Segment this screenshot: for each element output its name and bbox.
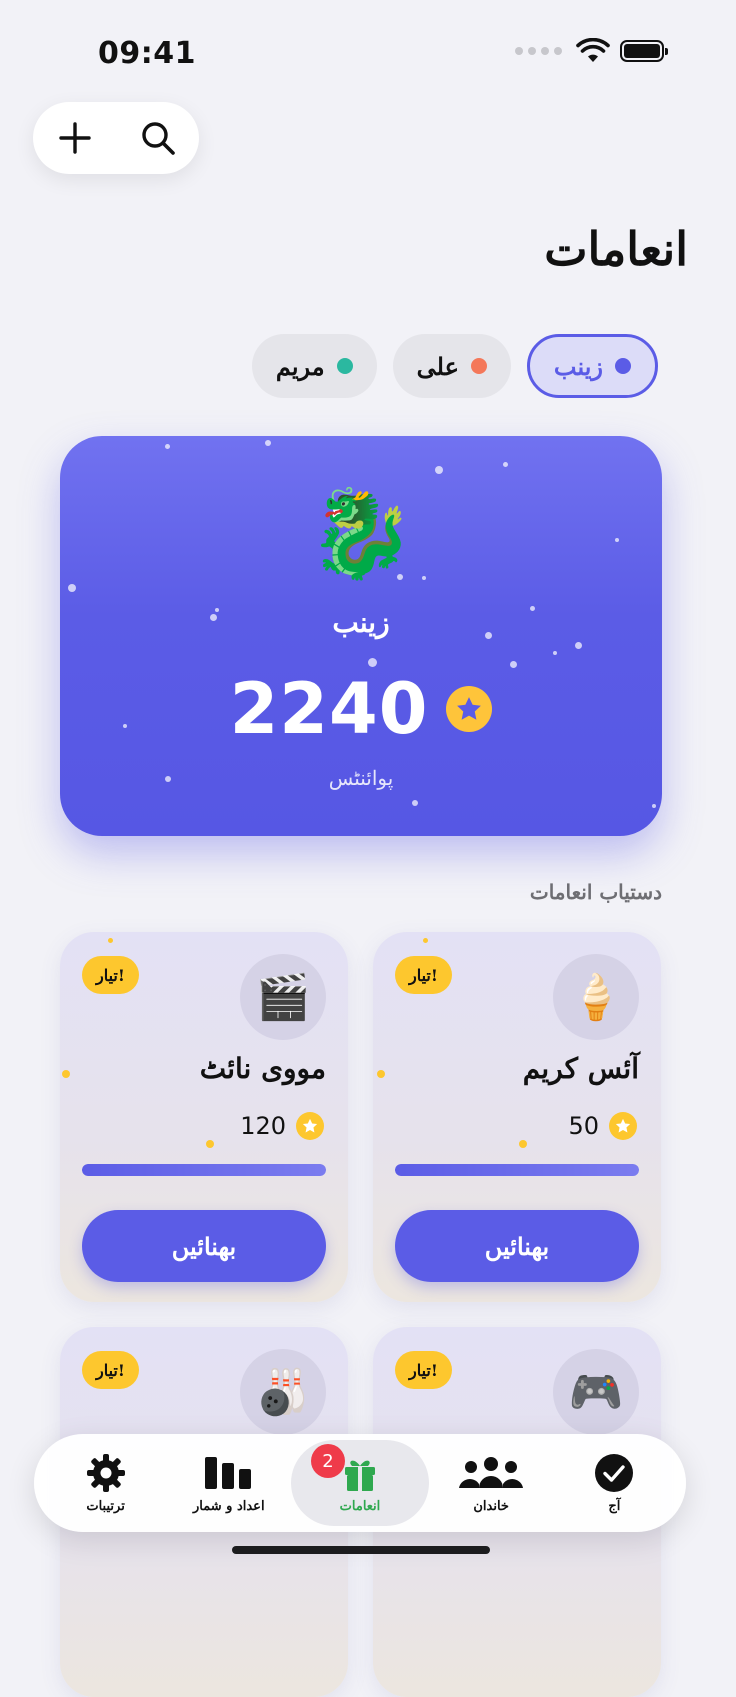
reward-cost: 50 bbox=[568, 1112, 599, 1140]
home-indicator bbox=[232, 1546, 490, 1554]
tab-label: خاندان bbox=[473, 1498, 509, 1514]
tab-settings[interactable]: ترتیبات bbox=[45, 1440, 167, 1526]
game-controller-icon: 🎮 bbox=[553, 1349, 639, 1435]
tab-label: آج bbox=[608, 1498, 621, 1514]
kid-chip-ali[interactable]: علی bbox=[392, 334, 511, 398]
top-actions-pill bbox=[33, 102, 199, 174]
search-icon bbox=[141, 122, 175, 155]
redeem-button[interactable]: بھنائیں bbox=[82, 1210, 326, 1282]
gear-icon bbox=[86, 1453, 125, 1492]
plus-icon bbox=[58, 122, 91, 154]
progress-bar bbox=[395, 1164, 639, 1176]
notification-badge: 2 bbox=[310, 1444, 345, 1478]
tab-rewards[interactable]: انعامات 2 bbox=[290, 1440, 429, 1526]
redeem-button[interactable]: بھنائیں bbox=[395, 1210, 639, 1282]
avatar-emoji: 🐉 bbox=[307, 484, 415, 584]
ready-badge: تیار! bbox=[395, 1351, 452, 1389]
points-value: 2240 bbox=[229, 668, 429, 750]
search-button[interactable] bbox=[134, 114, 182, 162]
points-hero-card: 🐉 زینب 2240 پوائنٹس bbox=[60, 436, 662, 836]
hero-points-row: 2240 bbox=[60, 668, 662, 750]
section-title: دستیاب انعامات bbox=[529, 880, 662, 904]
kid-color-dot bbox=[336, 358, 353, 374]
tab-stats[interactable]: اعداد و شمار bbox=[168, 1440, 290, 1526]
ready-badge: تیار! bbox=[82, 956, 139, 994]
kid-color-dot bbox=[615, 358, 631, 374]
checkmark-circle-icon bbox=[595, 1453, 634, 1492]
reward-name: مووی نائٹ bbox=[199, 1052, 326, 1085]
gift-icon bbox=[344, 1460, 375, 1491]
ice-cream-icon: 🍦 bbox=[553, 954, 639, 1040]
tab-label: ترتیبات bbox=[86, 1498, 125, 1514]
kid-chip-maryam[interactable]: مریم bbox=[251, 334, 377, 398]
signal-icon bbox=[515, 47, 562, 55]
star-icon bbox=[446, 686, 493, 732]
add-button[interactable] bbox=[51, 114, 99, 162]
bar-chart-icon bbox=[204, 1456, 251, 1489]
family-icon bbox=[459, 1456, 524, 1488]
tab-today[interactable]: آج bbox=[553, 1440, 675, 1526]
kid-chip-label: علی bbox=[416, 351, 459, 381]
kid-chip-label: زینب bbox=[553, 351, 603, 381]
reward-card: تیار! 🍦 آئس کریم 50 بھنائیں bbox=[373, 932, 661, 1302]
tab-label: اعداد و شمار bbox=[192, 1498, 265, 1514]
reward-cost: 120 bbox=[240, 1112, 286, 1140]
tab-label: انعامات bbox=[339, 1498, 381, 1514]
kid-chip-label: مریم bbox=[275, 351, 325, 381]
ready-badge: تیار! bbox=[82, 1351, 139, 1389]
star-icon bbox=[609, 1112, 637, 1140]
wifi-icon bbox=[576, 38, 610, 62]
status-icons bbox=[515, 38, 668, 64]
ready-badge: تیار! bbox=[395, 956, 452, 994]
kid-selector: زینب علی مریم bbox=[251, 334, 658, 398]
bowling-icon: 🎳 bbox=[240, 1349, 326, 1435]
page-title: انعامات bbox=[544, 222, 688, 276]
clapperboard-icon: 🎬 bbox=[240, 954, 326, 1040]
kid-chip-zainab[interactable]: زینب bbox=[526, 334, 658, 398]
tab-bar: آج خاندان انعامات 2 اعداد و شمار ترتیبات bbox=[34, 1434, 686, 1532]
status-time: 09:41 bbox=[98, 36, 196, 71]
kid-color-dot bbox=[470, 358, 487, 374]
star-icon bbox=[296, 1112, 324, 1140]
hero-kid-name: زینب bbox=[332, 606, 390, 639]
reward-card: تیار! 🎬 مووی نائٹ 120 بھنائیں bbox=[60, 932, 348, 1302]
points-unit-label: پوائنٹس bbox=[328, 766, 394, 790]
tab-family[interactable]: خاندان bbox=[430, 1440, 552, 1526]
reward-cost-row: 120 bbox=[240, 1112, 324, 1140]
progress-bar bbox=[82, 1164, 326, 1176]
reward-cost-row: 50 bbox=[568, 1112, 637, 1140]
battery-icon bbox=[620, 40, 668, 62]
reward-name: آئس کریم bbox=[522, 1052, 639, 1085]
